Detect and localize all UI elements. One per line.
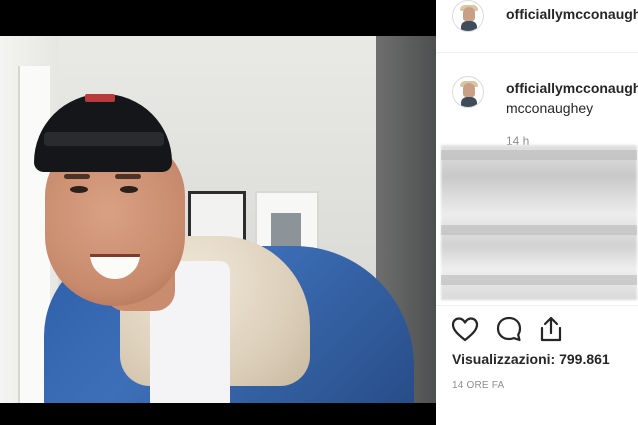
caption-avatar[interactable] <box>452 76 484 108</box>
actions-divider <box>436 305 638 306</box>
views-count: Visualizzazioni: 799.861 <box>452 351 610 367</box>
person-cap-logo <box>85 94 115 102</box>
person-brow <box>115 174 141 179</box>
comment-icon[interactable] <box>494 314 524 344</box>
person-eye <box>120 186 138 193</box>
author-avatar[interactable] <box>452 0 484 32</box>
author-username[interactable]: officiallymcconaughey <box>506 6 638 22</box>
person-cap-band <box>44 132 164 146</box>
heart-icon[interactable] <box>450 314 480 344</box>
caption-text: mcconaughey <box>506 100 594 116</box>
caption-username[interactable]: officiallymcconaughey <box>506 80 638 96</box>
blurred-comment-line <box>441 275 637 285</box>
post-time-ago: 14 ORE FA <box>452 380 505 391</box>
person-eye <box>70 186 88 193</box>
person-brow <box>64 174 90 179</box>
blurred-comment-line <box>441 150 637 160</box>
blurred-comment-line <box>441 225 637 235</box>
header-divider <box>436 52 638 53</box>
video-frame[interactable] <box>0 36 436 403</box>
share-icon[interactable] <box>536 314 566 344</box>
video-player[interactable] <box>0 0 436 425</box>
